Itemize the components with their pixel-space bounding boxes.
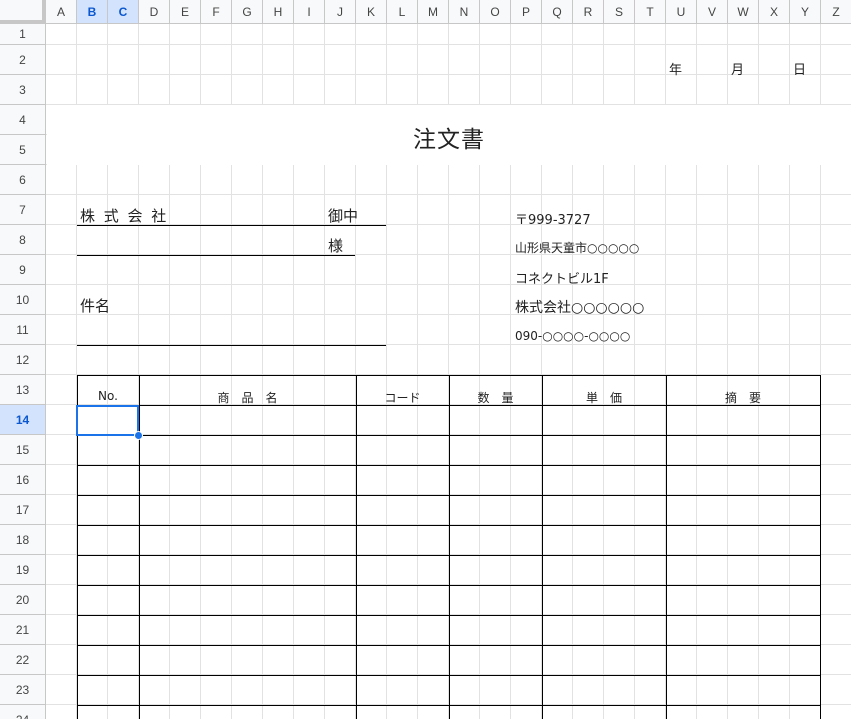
row-header-11[interactable]: 11 bbox=[0, 315, 46, 345]
column-header-D[interactable]: D bbox=[139, 0, 170, 24]
row-header-4[interactable]: 4 bbox=[0, 105, 46, 135]
subject-underline bbox=[77, 345, 386, 346]
order-table-vline bbox=[666, 375, 667, 719]
order-table-header-3: 数 量 bbox=[477, 391, 514, 405]
column-header-Y[interactable]: Y bbox=[790, 0, 821, 24]
sender-building: コネクトビル1F bbox=[515, 272, 609, 287]
order-table-vline bbox=[542, 375, 543, 719]
column-header-N[interactable]: N bbox=[449, 0, 480, 24]
order-table-hline bbox=[77, 375, 821, 376]
row-header-22[interactable]: 22 bbox=[0, 645, 46, 675]
order-table-hline bbox=[77, 645, 821, 646]
column-header-V[interactable]: V bbox=[697, 0, 728, 24]
row-header-18[interactable]: 18 bbox=[0, 525, 46, 555]
selected-cell-b14[interactable] bbox=[76, 405, 139, 436]
column-header-S[interactable]: S bbox=[604, 0, 635, 24]
order-table-header-4: 単 価 bbox=[585, 391, 622, 405]
page-title: 注文書 bbox=[413, 127, 485, 153]
column-header-H[interactable]: H bbox=[263, 0, 294, 24]
row-header-19[interactable]: 19 bbox=[0, 555, 46, 585]
order-table-header-0: No. bbox=[98, 389, 118, 403]
column-header-R[interactable]: R bbox=[573, 0, 604, 24]
order-table-header-5: 摘 要 bbox=[724, 391, 761, 405]
grid-hline bbox=[46, 44, 851, 45]
row-header-20[interactable]: 20 bbox=[0, 585, 46, 615]
column-header-E[interactable]: E bbox=[170, 0, 201, 24]
column-header-C[interactable]: C bbox=[108, 0, 139, 24]
row-header-7[interactable]: 7 bbox=[0, 195, 46, 225]
row-header-6[interactable]: 6 bbox=[0, 165, 46, 195]
column-header-B[interactable]: B bbox=[77, 0, 108, 24]
order-table-hline bbox=[77, 615, 821, 616]
column-header-I[interactable]: I bbox=[294, 0, 325, 24]
order-table-hline bbox=[77, 435, 821, 436]
order-table-header-2: コード bbox=[384, 391, 421, 405]
row-header-9[interactable]: 9 bbox=[0, 255, 46, 285]
date-month-label: 月 bbox=[731, 63, 745, 78]
order-table-vline bbox=[449, 375, 450, 719]
order-table-vline bbox=[820, 375, 821, 719]
row-header-24[interactable]: 24 bbox=[0, 705, 46, 719]
order-table-vline bbox=[356, 375, 357, 719]
sender-phone: 090-○○○○-○○○○ bbox=[515, 329, 631, 343]
row-header-3[interactable]: 3 bbox=[0, 75, 46, 105]
column-header-G[interactable]: G bbox=[232, 0, 263, 24]
order-table-hline bbox=[77, 675, 821, 676]
row-header-2[interactable]: 2 bbox=[0, 45, 46, 75]
spreadsheet-grid[interactable]: ABCDEFGHIJKLMNOPQRSTUVWXYZ 1 2 3 4 5 6 7 8 9 10 11… bbox=[0, 0, 851, 719]
column-header-L[interactable]: L bbox=[387, 0, 418, 24]
column-header-X[interactable]: X bbox=[759, 0, 790, 24]
sender-address: 山形県天童市○○○○○ bbox=[515, 241, 640, 255]
order-table-hline bbox=[77, 555, 821, 556]
order-table-hline bbox=[77, 705, 821, 706]
customer-underline-1 bbox=[77, 225, 386, 226]
subject-label: 件名 bbox=[80, 297, 111, 315]
order-table-hline bbox=[77, 525, 821, 526]
row-header-14[interactable]: 14 bbox=[0, 405, 46, 435]
row-header-23[interactable]: 23 bbox=[0, 675, 46, 705]
select-all-corner[interactable] bbox=[0, 0, 46, 24]
customer-honorific-sama: 様 bbox=[328, 237, 344, 255]
order-table-vline bbox=[139, 375, 140, 719]
date-year-label: 年 bbox=[669, 63, 683, 78]
row-header-13[interactable]: 13 bbox=[0, 375, 46, 405]
order-table-hline bbox=[77, 465, 821, 466]
row-header-15[interactable]: 15 bbox=[0, 435, 46, 465]
row-header-21[interactable]: 21 bbox=[0, 615, 46, 645]
sender-company: 株式会社○○○○○○ bbox=[515, 300, 645, 316]
column-header-O[interactable]: O bbox=[480, 0, 511, 24]
customer-honorific-onchu: 御中 bbox=[328, 207, 359, 225]
row-header-10[interactable]: 10 bbox=[0, 285, 46, 315]
column-header-J[interactable]: J bbox=[325, 0, 356, 24]
column-header-U[interactable]: U bbox=[666, 0, 697, 24]
date-day-label: 日 bbox=[793, 63, 807, 78]
order-table-hline bbox=[77, 495, 821, 496]
column-header-Q[interactable]: Q bbox=[542, 0, 573, 24]
grid-hline bbox=[46, 284, 851, 285]
row-header-8[interactable]: 8 bbox=[0, 225, 46, 255]
column-header-K[interactable]: K bbox=[356, 0, 387, 24]
row-header-16[interactable]: 16 bbox=[0, 465, 46, 495]
row-header-17[interactable]: 17 bbox=[0, 495, 46, 525]
order-table-hline bbox=[77, 585, 821, 586]
column-header-F[interactable]: F bbox=[201, 0, 232, 24]
sender-postal-code: 〒999-3727 bbox=[515, 213, 591, 228]
column-header-P[interactable]: P bbox=[511, 0, 542, 24]
row-header-12[interactable]: 12 bbox=[0, 345, 46, 375]
customer-underline-2 bbox=[77, 255, 355, 256]
column-header-Z[interactable]: Z bbox=[821, 0, 851, 24]
order-table-header-1: 商 品 名 bbox=[217, 391, 278, 405]
column-header-T[interactable]: T bbox=[635, 0, 666, 24]
row-header-1[interactable]: 1 bbox=[0, 24, 46, 45]
grid-hline bbox=[46, 314, 851, 315]
row-header-5[interactable]: 5 bbox=[0, 135, 46, 165]
customer-company-name: 株 式 会 社 bbox=[80, 207, 169, 225]
fill-handle[interactable] bbox=[134, 431, 143, 440]
column-header-W[interactable]: W bbox=[728, 0, 759, 24]
column-header-A[interactable]: A bbox=[46, 0, 77, 24]
column-header-M[interactable]: M bbox=[418, 0, 449, 24]
grid-hline bbox=[46, 194, 851, 195]
